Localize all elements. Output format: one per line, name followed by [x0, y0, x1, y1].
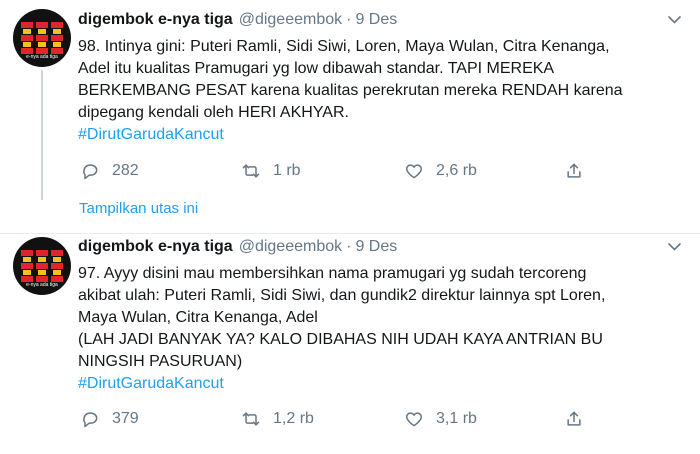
- hashtag-link[interactable]: #DirutGarudaKancut: [78, 373, 688, 395]
- share-icon: [567, 411, 581, 426]
- reply-button[interactable]: 379: [80, 406, 139, 432]
- heart-icon: [405, 412, 423, 427]
- pixel-logo-icon: [21, 250, 63, 282]
- avatar-caption: e-nya ada tiga: [26, 54, 58, 60]
- tweet-feed: e-nya ada tiga digembok e-nya tiga @dige…: [0, 0, 700, 454]
- tweet-text-line: dipegang kendali oleh HERI AKHYAR.: [78, 104, 349, 121]
- like-count: 3,1 rb: [436, 410, 477, 427]
- tweet-text-line: Maya Wulan, Citra Kenanga, Adel: [78, 309, 318, 326]
- retweet-button[interactable]: 1 rb: [241, 158, 301, 184]
- tweet-text-line: akibat ulah: Puteri Ramli, Sidi Siwi, da…: [78, 287, 606, 304]
- reply-icon: [83, 412, 98, 428]
- tweet-text-line: BERKEMBANG PESAT karena kualitas perekru…: [78, 82, 623, 99]
- retweet-button[interactable]: 1,2 rb: [241, 406, 314, 432]
- share-button[interactable]: [564, 406, 584, 432]
- more-options-button[interactable]: [664, 236, 684, 258]
- retweet-icon: [242, 412, 260, 426]
- thread-line: [41, 70, 43, 200]
- reply-button[interactable]: 282: [80, 158, 139, 184]
- tweet[interactable]: e-nya ada tiga digembok e-nya tiga @dige…: [0, 0, 700, 234]
- reply-count: 379: [112, 410, 139, 427]
- share-button[interactable]: [564, 158, 584, 184]
- hashtag-link[interactable]: #DirutGarudaKancut: [78, 124, 688, 146]
- avatar[interactable]: e-nya ada tiga: [13, 237, 71, 295]
- tweet-text-line: (LAH JADI BANYAK YA? KALO DIBAHAS NIH UD…: [78, 331, 603, 348]
- tweet-date[interactable]: 9 Des: [355, 238, 397, 256]
- reply-icon: [83, 164, 98, 180]
- share-icon: [567, 163, 581, 178]
- tweet-date[interactable]: 9 Des: [355, 11, 397, 29]
- tweet-header: digembok e-nya tiga @digeeembok · 9 Des: [78, 9, 397, 31]
- more-options-button[interactable]: [664, 9, 684, 31]
- display-name[interactable]: digembok e-nya tiga: [78, 11, 233, 29]
- avatar[interactable]: e-nya ada tiga: [13, 9, 71, 67]
- tweet-header: digembok e-nya tiga @digeeembok · 9 Des: [78, 236, 397, 258]
- separator-dot: ·: [346, 11, 352, 28]
- separator-dot: ·: [346, 238, 352, 255]
- tweet-text-line: Adel itu kualitas Pramugari yg low dibaw…: [78, 60, 555, 77]
- pixel-logo-icon: [21, 22, 63, 54]
- retweet-count: 1,2 rb: [273, 410, 314, 427]
- show-thread-link[interactable]: Tampilkan utas ini: [79, 200, 198, 217]
- heart-icon: [405, 164, 423, 179]
- like-button[interactable]: 3,1 rb: [404, 406, 477, 432]
- tweet-text-line: 97. Ayyy disini mau membersihkan nama pr…: [78, 265, 587, 282]
- avatar-caption: e-nya ada tiga: [26, 282, 58, 288]
- chevron-down-icon: [667, 16, 681, 24]
- tweet-text: 98. Intinya gini: Puteri Ramli, Sidi Siw…: [78, 36, 688, 146]
- tweet-actions: 379 1,2 rb 3,1 rb: [80, 406, 600, 432]
- like-button[interactable]: 2,6 rb: [404, 158, 477, 184]
- tweet-text: 97. Ayyy disini mau membersihkan nama pr…: [78, 263, 688, 395]
- tweet-text-line: NINGSIH PASURUAN): [78, 353, 243, 370]
- retweet-count: 1 rb: [273, 162, 301, 179]
- handle[interactable]: @digeeembok: [239, 11, 342, 29]
- tweet-actions: 282 1 rb 2,6 rb: [80, 158, 600, 184]
- handle[interactable]: @digeeembok: [239, 238, 342, 256]
- display-name[interactable]: digembok e-nya tiga: [78, 238, 233, 256]
- reply-count: 282: [112, 162, 139, 179]
- retweet-icon: [242, 164, 260, 178]
- tweet[interactable]: e-nya ada tiga digembok e-nya tiga @dige…: [0, 235, 700, 454]
- like-count: 2,6 rb: [436, 162, 477, 179]
- chevron-down-icon: [667, 243, 681, 251]
- tweet-text-line: 98. Intinya gini: Puteri Ramli, Sidi Siw…: [78, 38, 610, 55]
